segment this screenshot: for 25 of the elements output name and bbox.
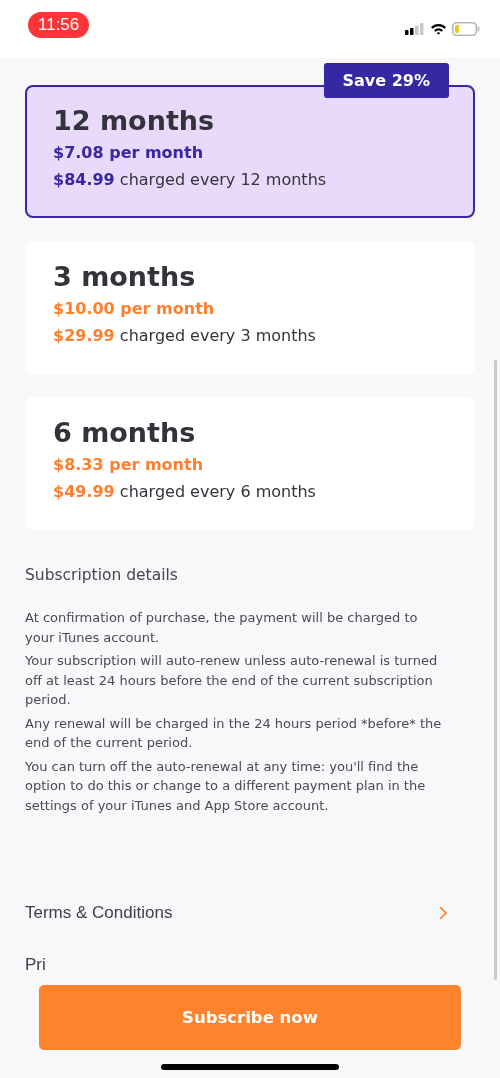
monthly-price: $10.00 per month <box>53 299 216 318</box>
plan-card[interactable]: 6 months $8.33 per month $49.99 charged every 6 months <box>25 397 475 530</box>
plan-title: 6 months <box>53 416 197 450</box>
link-label[interactable]: Terms & Conditions <box>25 903 173 923</box>
status-time: 11:56 <box>28 12 90 38</box>
charge-info: $84.99 charged every 12 months <box>53 170 328 189</box>
plan-card[interactable]: 12 months $7.08 per month $84.99 charged every 12 months <box>25 85 475 218</box>
save-badge: Save 29% <box>323 63 449 98</box>
battery-icon <box>452 22 480 36</box>
details-paragraph: You can turn off the auto-renewal at any time: you'll find the option to do this or change to a different payment plan in the settings of your iTunes and App Store account. <box>25 757 427 815</box>
plan-title: 12 months <box>53 104 216 138</box>
details-paragraph: Any renewal will be charged in the 24 hours period *before* the end of the current period. <box>25 714 443 752</box>
charge-info: $29.99 charged every 3 months <box>53 326 317 345</box>
link-label[interactable]: Pri <box>25 955 46 975</box>
details-paragraph: At confirmation of purchase, the payment will be charged to your iTunes account. <box>25 609 419 647</box>
plan-title: 3 months <box>53 260 197 294</box>
details-paragraph: Your subscription will auto-renew unless auto-renewal is turned off at least 24 hours before the end of the current subscription period. <box>25 652 439 709</box>
signal-icon <box>405 23 425 35</box>
charge-info: $49.99 charged every 6 months <box>53 482 317 501</box>
monthly-price: $7.08 per month <box>53 143 205 162</box>
details-heading: Subscription details <box>25 566 179 584</box>
monthly-price: $8.33 per month <box>53 455 205 474</box>
wifi-icon <box>430 23 447 35</box>
chevron-right-icon <box>439 906 447 920</box>
plan-card[interactable]: 3 months $10.00 per month $29.99 charged every 3 months <box>25 241 475 374</box>
